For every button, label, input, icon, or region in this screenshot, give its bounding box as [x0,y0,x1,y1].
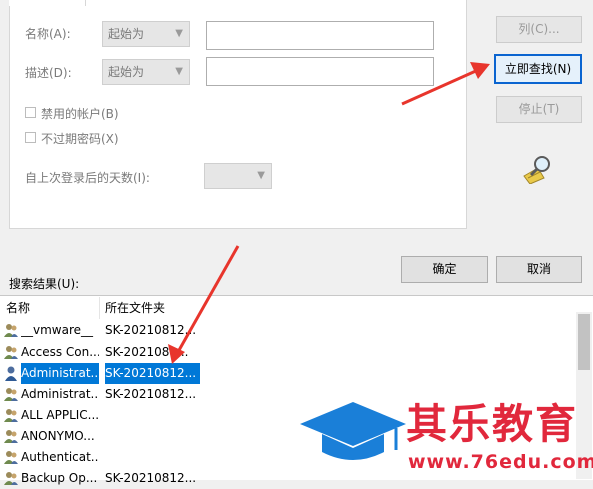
arrow-icon [401,62,490,106]
arrow-icon [168,245,240,364]
brand-name: 其乐教育 [406,400,578,448]
brand-url: www.76edu.com [408,451,593,473]
graduation-cap-logo-icon [298,398,408,468]
